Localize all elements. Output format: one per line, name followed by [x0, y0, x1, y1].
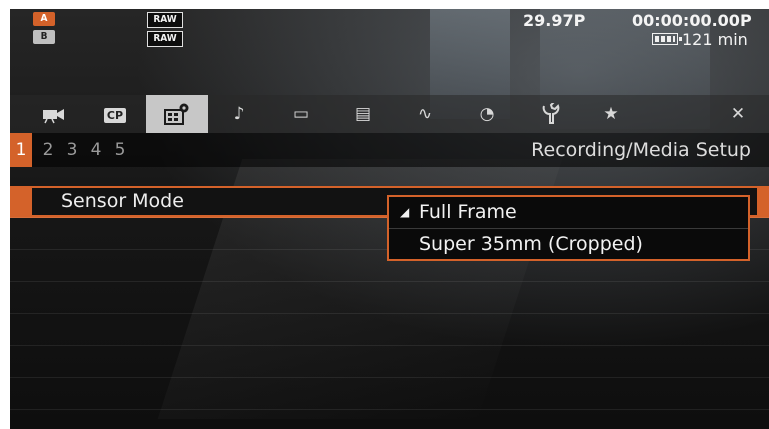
- list-item: [10, 346, 769, 378]
- page-3-button[interactable]: 3: [60, 133, 84, 167]
- page-5-button[interactable]: 5: [108, 133, 132, 167]
- option-super-35mm-label: Super 35mm (Cropped): [419, 233, 643, 255]
- raw-format-badge-2: RAW: [147, 31, 183, 47]
- frame-rate-readout: 29.97P: [523, 11, 586, 30]
- timecode-readout: 00:00:00.00P: [632, 11, 752, 30]
- status-bar: A B RAW RAW 29.97P 00:00:00.00P 121 min: [10, 9, 769, 87]
- network-icon[interactable]: ∿: [394, 95, 456, 133]
- menu-tab-bar: CP ♪ ▭ ▤ ∿ ◔ ★ ✕: [10, 95, 769, 133]
- list-item: [10, 314, 769, 346]
- remaining-time-readout: 121 min: [682, 30, 748, 49]
- raw-format-badge-1: RAW: [147, 12, 183, 28]
- page-2-button[interactable]: 2: [36, 133, 60, 167]
- option-super-35mm[interactable]: Super 35mm (Cropped): [389, 229, 748, 260]
- page-selector-row: 1 2 3 4 5 Recording/Media Setup: [10, 133, 769, 167]
- list-item: [10, 378, 769, 410]
- close-icon[interactable]: ✕: [707, 95, 769, 133]
- audio-muted-a-icon: A: [33, 12, 55, 26]
- wrench-icon[interactable]: [518, 95, 580, 133]
- waveform-icon[interactable]: ▤: [332, 95, 394, 133]
- film-gear-icon[interactable]: [146, 95, 208, 133]
- camera-screen: A B RAW RAW 29.97P 00:00:00.00P 121 min …: [10, 9, 769, 429]
- option-full-frame-label: Full Frame: [419, 201, 517, 223]
- menu-title: Recording/Media Setup: [531, 139, 751, 161]
- custom-picture-icon[interactable]: CP: [84, 95, 146, 133]
- movie-camera-icon[interactable]: [22, 95, 84, 133]
- selected-marker-icon: ◢: [400, 205, 410, 219]
- list-item: [10, 282, 769, 314]
- star-icon[interactable]: ★: [580, 95, 642, 133]
- audio-icon[interactable]: ♪: [208, 95, 270, 133]
- battery-icon: [652, 33, 682, 45]
- monitor-icon[interactable]: ▭: [270, 95, 332, 133]
- option-full-frame[interactable]: ◢ Full Frame: [389, 197, 748, 229]
- sensor-mode-options-popup: ◢ Full Frame Super 35mm (Cropped): [387, 195, 750, 261]
- page-1-button[interactable]: 1: [10, 133, 32, 167]
- page-4-button[interactable]: 4: [84, 133, 108, 167]
- audio-muted-b-icon: B: [33, 30, 55, 44]
- sensor-mode-label: Sensor Mode: [61, 190, 184, 212]
- tc-icon[interactable]: ◔: [456, 95, 518, 133]
